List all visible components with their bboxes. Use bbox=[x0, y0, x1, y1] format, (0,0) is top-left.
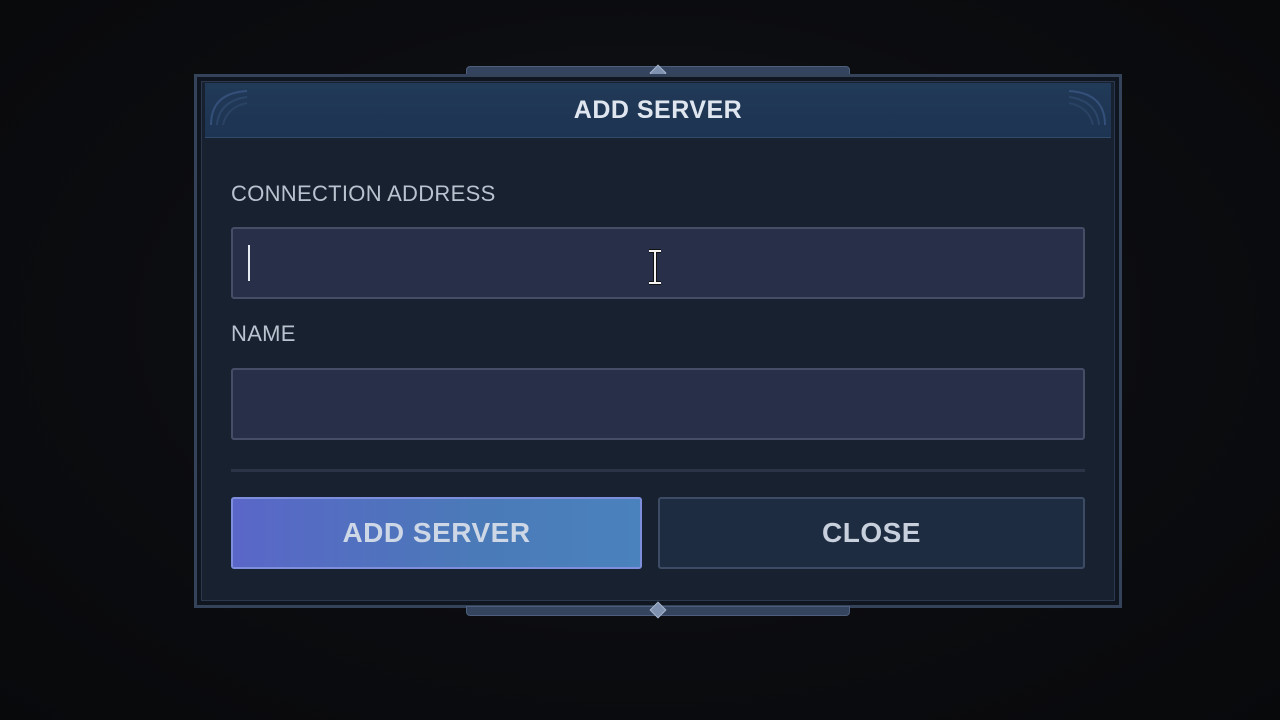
name-input[interactable] bbox=[231, 368, 1085, 440]
text-caret bbox=[248, 245, 250, 281]
close-button[interactable]: CLOSE bbox=[658, 497, 1085, 569]
corner-ornament-icon bbox=[1068, 90, 1106, 126]
divider bbox=[231, 469, 1085, 472]
connection-address-label: CONNECTION ADDRESS bbox=[231, 181, 496, 206]
add-server-dialog: ADD SERVER CONNECTION ADDRESS NAME ADD S… bbox=[194, 74, 1122, 608]
name-label: NAME bbox=[231, 321, 296, 346]
add-server-button[interactable]: ADD SERVER bbox=[231, 497, 642, 569]
corner-ornament-icon bbox=[210, 90, 248, 126]
dialog-header: ADD SERVER bbox=[205, 83, 1111, 138]
dialog-title: ADD SERVER bbox=[573, 95, 743, 124]
text-cursor-ibeam-icon bbox=[649, 249, 661, 285]
